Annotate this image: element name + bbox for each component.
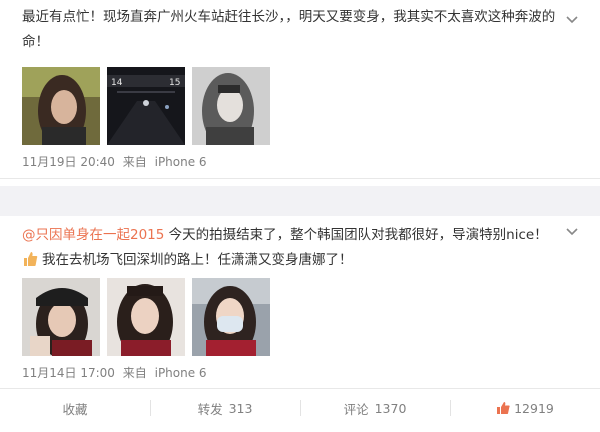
weibo-post-1: 最近有点忙！现场直奔广州火车站赶往长沙，，明天又要变身，我其实不太喜欢这种奔波的… [0, 0, 600, 186]
mask-selfie-photo[interactable] [192, 278, 270, 356]
photo-grid: 14 15 [22, 67, 270, 145]
post-text: @只因单身在一起2015 今天的拍摄结束了，整个韩国团队对我都很好，导演特别ni… [22, 223, 556, 273]
platform-number-left: 14 [111, 78, 123, 88]
post-meta: 11月14日 17:00 来自 iPhone 6 [22, 364, 207, 381]
source-prefix: 来自 [122, 155, 147, 169]
hooded-selfie-photo[interactable] [192, 67, 270, 145]
post-source[interactable]: iPhone 6 [155, 366, 207, 380]
long-hair-selfie-photo[interactable] [107, 278, 185, 356]
post-text-line-2: 我在去机场飞回深圳的路上！任潇潇又变身唐娜了！ [42, 252, 353, 268]
thumbs-up-icon [497, 402, 510, 414]
comment-count: 1370 [374, 400, 407, 416]
post-date[interactable]: 11月14日 17:00 [22, 366, 115, 380]
post-text: 最近有点忙！现场直奔广州火车站赶往长沙，，明天又要变身，我其实不太喜欢这种奔波的… [22, 9, 556, 50]
source-prefix: 来自 [122, 366, 147, 380]
chevron-down-icon[interactable] [566, 226, 578, 238]
action-bar-2: 收藏 转发 313 评论 1370 12919 [0, 388, 600, 427]
comment-button[interactable]: 评论 1370 [300, 389, 450, 427]
post-source[interactable]: iPhone 6 [155, 155, 207, 169]
repost-count: 313 [228, 400, 253, 416]
selfie-photo[interactable] [22, 67, 100, 145]
like-button[interactable]: 12919 [450, 389, 600, 427]
post-meta: 11月19日 20:40 来自 iPhone 6 [22, 153, 207, 170]
favorite-label: 收藏 [62, 401, 88, 417]
comment-label: 评论 [343, 401, 369, 417]
user-mention-link[interactable]: @只因单身在一起2015 [22, 227, 164, 243]
thumbs-up-emoji-icon [24, 252, 38, 266]
like-count: 12919 [514, 400, 554, 416]
platform-number-right: 15 [169, 78, 180, 88]
repost-label: 转发 [197, 401, 223, 417]
post-date[interactable]: 11月19日 20:40 [22, 155, 115, 169]
post-separator [0, 186, 600, 216]
cap-selfie-photo[interactable] [22, 278, 100, 356]
train-station-photo[interactable]: 14 15 [107, 67, 185, 145]
chevron-down-icon[interactable] [566, 14, 578, 26]
favorite-button[interactable]: 收藏 [0, 389, 150, 427]
post-text-line-1: 今天的拍摄结束了，整个韩国团队对我都很好，导演特别nice！ [164, 227, 548, 243]
repost-button[interactable]: 转发 313 [150, 389, 300, 427]
photo-grid [22, 278, 270, 356]
